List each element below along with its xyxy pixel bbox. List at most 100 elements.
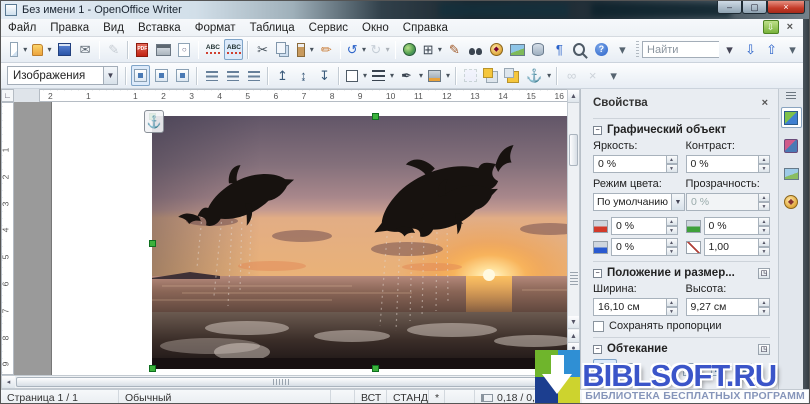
modified-flag[interactable]: * xyxy=(429,390,445,404)
toolbar-grip[interactable] xyxy=(636,41,639,59)
styles-tab[interactable] xyxy=(781,135,802,156)
find-next-button[interactable]: ⇩ xyxy=(741,39,760,60)
document-page[interactable]: ⚓ xyxy=(51,102,567,375)
open-button[interactable] xyxy=(30,39,52,60)
format-paintbrush-button[interactable]: ✏ xyxy=(317,39,336,60)
find-replace-button[interactable] xyxy=(466,39,485,60)
selection-handle-sw[interactable] xyxy=(149,365,156,372)
find-input[interactable] xyxy=(642,41,719,58)
menu-insert[interactable]: Вставка xyxy=(131,20,188,36)
bring-to-front-button[interactable] xyxy=(482,65,501,86)
vertical-scroll-thumb[interactable] xyxy=(569,134,578,166)
previous-page-button[interactable]: ▲ xyxy=(568,330,579,343)
send-to-back-button[interactable] xyxy=(503,65,522,86)
find-overflow-button[interactable]: ▾ xyxy=(783,39,802,60)
gamma-field[interactable]: 1,00▲▼ xyxy=(704,238,771,256)
undo-button[interactable]: ↺ xyxy=(345,39,367,60)
align-right-button[interactable] xyxy=(244,65,263,86)
data-sources-button[interactable] xyxy=(529,39,548,60)
border-color-button[interactable]: ✒ xyxy=(397,65,424,86)
find-previous-button[interactable]: ⇧ xyxy=(762,39,781,60)
copy-button[interactable] xyxy=(274,39,293,60)
spacer-2[interactable] xyxy=(445,390,475,404)
red-field[interactable]: 0 %▲▼ xyxy=(611,217,678,235)
close-button[interactable]: × xyxy=(767,1,805,14)
background-color-button[interactable] xyxy=(426,65,451,86)
export-pdf-button[interactable]: PDF xyxy=(133,39,152,60)
window-split-handle[interactable] xyxy=(570,272,578,286)
maximize-button[interactable]: ▢ xyxy=(742,1,767,14)
vertical-scrollbar[interactable]: ▲ ▼ ▲ ● ▼ xyxy=(567,89,580,375)
sidebar-menu-icon[interactable] xyxy=(786,92,796,100)
spacer-1[interactable] xyxy=(331,390,355,404)
selection-handle-s[interactable] xyxy=(372,365,379,372)
menu-help[interactable]: Справка xyxy=(396,20,455,36)
border-line-style-button[interactable] xyxy=(370,65,395,86)
horizontal-scrollbar[interactable]: ◂ ▸ xyxy=(1,375,580,389)
frame-toolbar-overflow-button[interactable]: ▾ xyxy=(604,65,623,86)
tab-stop-selector[interactable]: ∟ xyxy=(1,89,14,102)
page-preview-button[interactable]: ○ xyxy=(175,39,194,60)
wrap-through-button[interactable] xyxy=(173,65,192,86)
update-available-icon[interactable]: ⇩ xyxy=(763,20,779,34)
email-button[interactable]: ✉ xyxy=(76,39,95,60)
width-field[interactable]: 16,10 см▲▼ xyxy=(593,298,678,316)
scroll-down-button[interactable]: ▼ xyxy=(568,316,579,329)
help-button[interactable]: ? xyxy=(592,39,611,60)
sidebar-close-icon[interactable]: × xyxy=(760,97,770,109)
horizontal-scroll-thumb[interactable] xyxy=(16,377,546,387)
selection-handle-n[interactable] xyxy=(372,113,379,120)
properties-tab[interactable] xyxy=(781,107,802,128)
collapse-icon[interactable]: − xyxy=(593,269,602,278)
align-center-vertical-button[interactable]: ↨ xyxy=(294,65,313,86)
menu-tools[interactable]: Сервис xyxy=(302,20,355,36)
gallery-button[interactable] xyxy=(508,39,527,60)
menu-format[interactable]: Формат xyxy=(188,20,243,36)
insert-table-button[interactable]: ⊞ xyxy=(421,39,443,60)
wrap-parallel-button[interactable] xyxy=(152,65,171,86)
frame-style-combo[interactable]: Изображения▼ xyxy=(7,66,118,85)
scroll-left-button[interactable]: ◂ xyxy=(2,376,15,388)
find-dropdown-button[interactable]: ▾ xyxy=(720,39,739,60)
spelling-button[interactable]: ABC xyxy=(203,39,222,60)
blue-field[interactable]: 0 %▲▼ xyxy=(611,238,678,256)
toolbar-overflow-button[interactable]: ▾ xyxy=(613,39,632,60)
anchor-button[interactable]: ⚓ xyxy=(524,65,552,86)
scroll-up-button[interactable]: ▲ xyxy=(568,90,579,103)
align-left-button[interactable] xyxy=(202,65,221,86)
autospellcheck-button[interactable]: ABC xyxy=(224,39,243,60)
formatting-marks-button[interactable]: ¶ xyxy=(550,39,569,60)
align-center-horizontal-button[interactable] xyxy=(223,65,242,86)
align-bottom-button[interactable]: ↧ xyxy=(315,65,334,86)
print-button[interactable] xyxy=(154,39,173,60)
zoom-button[interactable] xyxy=(571,39,590,60)
menu-window[interactable]: Окно xyxy=(355,20,396,36)
selection-handle-w[interactable] xyxy=(149,240,156,247)
green-field[interactable]: 0 %▲▼ xyxy=(704,217,771,235)
position-size-dialog-icon[interactable]: ◳ xyxy=(758,268,770,279)
new-document-button[interactable] xyxy=(8,39,28,60)
cut-button[interactable]: ✂ xyxy=(253,39,272,60)
save-button[interactable] xyxy=(55,39,74,60)
close-document-icon[interactable]: × xyxy=(787,21,793,33)
align-top-button[interactable]: ↥ xyxy=(273,65,292,86)
page-number[interactable]: Страница 1 / 1 xyxy=(1,390,119,404)
vertical-ruler[interactable]: 123456789 xyxy=(1,102,14,375)
wrap-off-button[interactable] xyxy=(131,65,150,86)
inserted-image-dolphins[interactable]: ⚓ xyxy=(152,116,567,369)
navigator-tab[interactable]: ◆ xyxy=(781,191,802,212)
paste-button[interactable] xyxy=(295,39,315,60)
minimize-button[interactable]: – xyxy=(717,1,742,14)
dropdown-arrow-icon[interactable]: ▼ xyxy=(103,66,118,85)
keep-ratio-checkbox[interactable] xyxy=(593,321,604,332)
collapse-icon[interactable]: − xyxy=(593,126,602,135)
anchor-icon[interactable]: ⚓ xyxy=(144,110,164,133)
height-field[interactable]: 9,27 см▲▼ xyxy=(686,298,771,316)
navigator-button[interactable]: ◆ xyxy=(487,39,506,60)
hyperlink-button[interactable] xyxy=(400,39,419,60)
gallery-tab[interactable] xyxy=(781,163,802,184)
contrast-field[interactable]: 0 %▲▼ xyxy=(686,155,771,173)
selection-mode[interactable]: СТАНД xyxy=(387,390,429,404)
drawing-functions-button[interactable]: ✎ xyxy=(445,39,464,60)
menu-table[interactable]: Таблица xyxy=(243,20,302,36)
